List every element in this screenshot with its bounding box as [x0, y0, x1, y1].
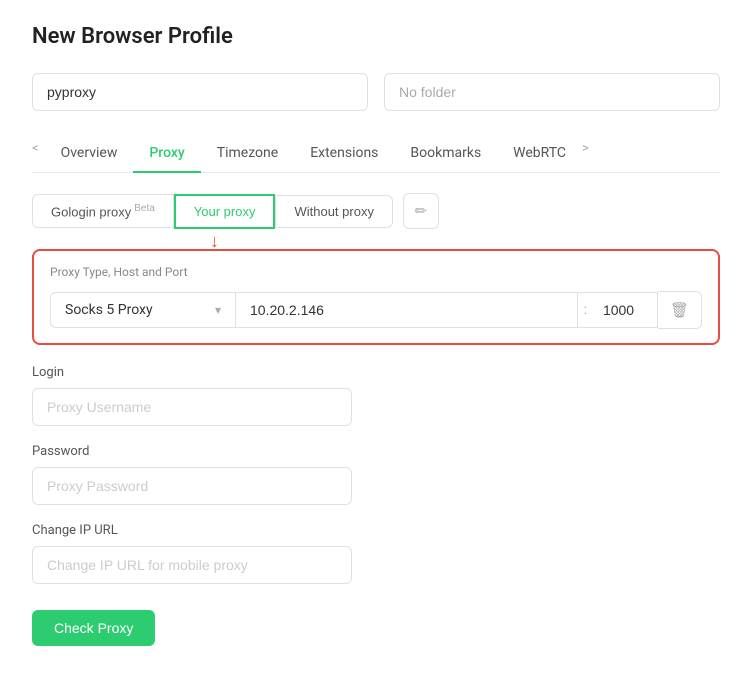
- arrow-indicator: ↓: [210, 231, 219, 252]
- delete-proxy-btn[interactable]: 🗑: [658, 291, 702, 329]
- top-inputs-row: [32, 73, 720, 111]
- password-label: Password: [32, 444, 720, 459]
- proxy-host-row: Socks 5 Proxy ▾ : 🗑: [50, 291, 702, 329]
- edit-icon: ✏: [415, 202, 428, 220]
- proxy-type-dropdown[interactable]: Socks 5 Proxy ▾: [50, 292, 235, 328]
- tabs-row: < Overview Proxy Timezone Extensions Boo…: [32, 135, 720, 173]
- edit-icon-btn[interactable]: ✏: [403, 193, 439, 229]
- trash-icon: 🗑: [670, 301, 689, 319]
- section-label: Proxy Type, Host and Port: [50, 265, 702, 279]
- gologin-proxy-btn[interactable]: Gologin proxyBeta: [32, 194, 174, 228]
- tab-left-arrow[interactable]: <: [32, 141, 45, 166]
- tab-extensions[interactable]: Extensions: [294, 135, 394, 173]
- tab-bookmarks[interactable]: Bookmarks: [394, 135, 497, 173]
- proxy-username-input[interactable]: [32, 388, 352, 426]
- change-ip-url-input[interactable]: [32, 546, 352, 584]
- tab-proxy[interactable]: Proxy: [133, 135, 200, 173]
- colon-separator: :: [578, 292, 593, 328]
- chevron-down-icon: ▾: [215, 303, 221, 317]
- check-proxy-button[interactable]: Check Proxy: [32, 610, 155, 646]
- tab-timezone[interactable]: Timezone: [201, 135, 294, 173]
- proxy-host-input[interactable]: [235, 292, 578, 328]
- page-title: New Browser Profile: [32, 24, 720, 49]
- page-container: New Browser Profile < Overview Proxy Tim…: [0, 0, 752, 681]
- beta-badge: Beta: [134, 203, 155, 214]
- your-proxy-btn[interactable]: Your proxy: [174, 194, 276, 229]
- login-label: Login: [32, 365, 720, 380]
- tab-right-arrow[interactable]: >: [582, 141, 595, 166]
- password-field-group: Password: [32, 444, 720, 505]
- proxy-type-section: Proxy Type, Host and Port Socks 5 Proxy …: [32, 249, 720, 345]
- without-proxy-btn[interactable]: Without proxy: [275, 195, 392, 228]
- change-ip-label: Change IP URL: [32, 523, 720, 538]
- proxy-port-input[interactable]: [593, 292, 658, 328]
- change-ip-field-group: Change IP URL: [32, 523, 720, 584]
- tab-overview[interactable]: Overview: [45, 135, 134, 173]
- proxy-type-value: Socks 5 Proxy: [65, 302, 153, 318]
- tab-webrtc[interactable]: WebRTC: [497, 135, 582, 173]
- proxy-password-input[interactable]: [32, 467, 352, 505]
- login-field-group: Login: [32, 365, 720, 426]
- profile-name-input[interactable]: [32, 73, 368, 111]
- folder-input[interactable]: [384, 73, 720, 111]
- proxy-selector-row: Gologin proxyBeta Your proxy Without pro…: [32, 193, 720, 229]
